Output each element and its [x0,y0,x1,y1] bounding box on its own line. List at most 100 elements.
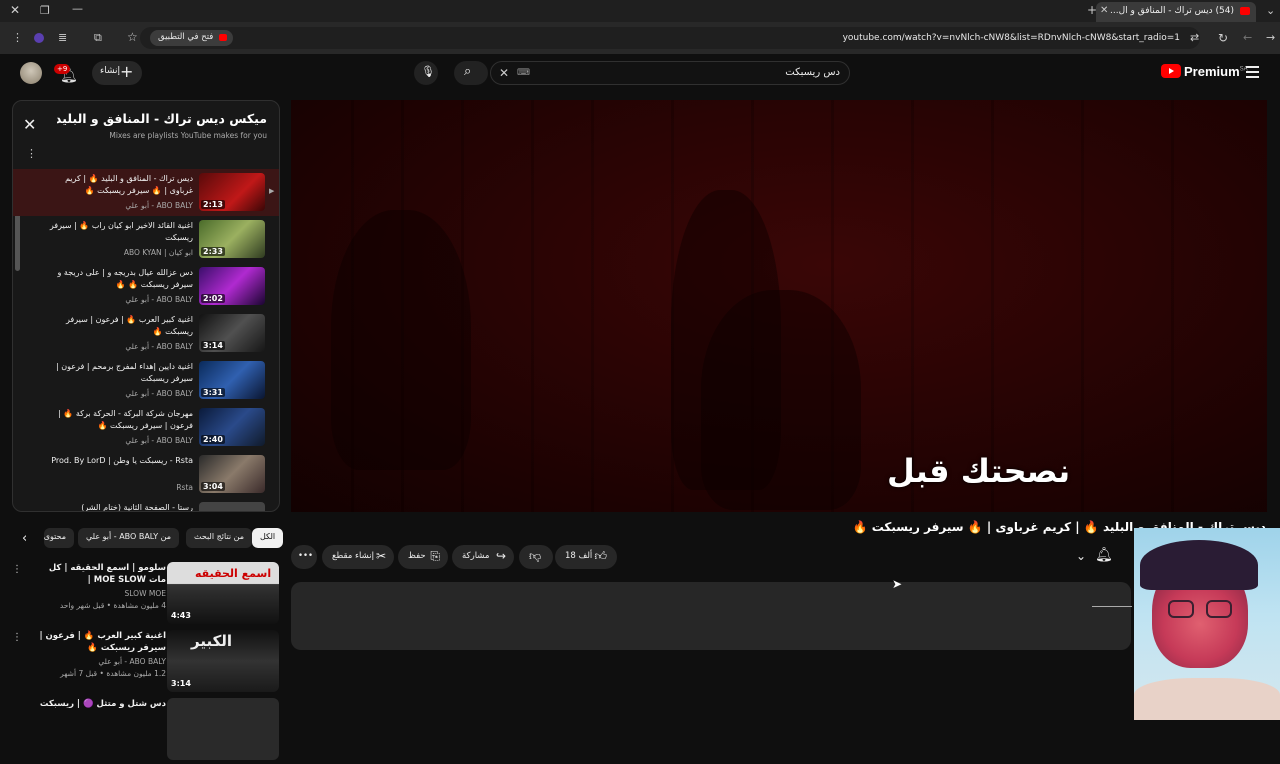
playlist-item[interactable]: رستا - الصفحة الثانية (ختام الشر) [13,498,279,512]
logo-text: Premium [1184,64,1240,79]
more-actions-button[interactable]: ••• [291,545,317,569]
open-in-app-label: فتح في التطبيق [158,32,214,42]
youtube-logo-icon [1161,64,1181,78]
webcam-overlay [1134,528,1280,720]
voice-search-button[interactable]: 🎙︎ [414,61,438,85]
thumbnail-text: الكبير [191,632,233,650]
menu-hamburger-icon[interactable] [1246,66,1259,78]
browser-tab-bar: ✕ ❐ — + (54) دیس تراك - المنافق و ال... … [0,0,1280,22]
video-thumbnail: 2:02 [199,267,265,305]
playlist-more-icon[interactable]: ⋮ [26,147,37,160]
playlist-item-channel: ABO BALY - أبو علي [125,295,193,304]
share-label: مشاركة [462,551,490,561]
close-window-icon[interactable]: ✕ [10,4,20,16]
playlist-item[interactable]: 2:40 مهرجان شركة البركة - الحركة بركة 🔥 … [13,404,279,451]
playlist-item[interactable]: 3:31 اغنية دايين إهداء لمفرج برمحم | فرع… [13,357,279,404]
recommendation-channel: ABO BALY - أبو علي [98,657,166,666]
chip-all[interactable]: الكل [252,528,284,548]
playlist-panel: ✕ ميكس ديس تراك - المنافق و البليد... Mi… [12,100,280,512]
playlist-item[interactable]: ▶ 2:13 دیس تراك - المنافق و البليد 🔥 | ك… [13,169,279,216]
dislike-button[interactable]: 👎︎ [519,545,553,569]
webcam-hat [1140,540,1258,590]
mouse-cursor-icon: ➤ [892,577,903,591]
description-box[interactable] [291,582,1131,650]
playlist-item-title: اغنية القائد الاخير ابو كيان راب 🔥 | سير… [49,221,193,242]
plus-icon: + [120,62,134,81]
video-thumbnail: 3:14 [199,314,265,352]
chips-scroll-left-icon[interactable]: ‹ [22,532,27,545]
playlist-item-channel: ABO BALY - أبو علي [125,436,193,445]
search-value: دس ريسبكت [785,67,840,78]
chip-related[interactable]: محتوى [44,528,74,548]
menu-dots-icon[interactable]: ⋮ [12,32,23,43]
scissors-icon: ✂ [375,549,386,563]
notification-badge: +9 [54,64,71,74]
recommendation-item[interactable]: دس شتل و متثل 🟣 | ريسبكت [0,698,284,764]
playlist-item[interactable]: 2:33 اغنية القائد الاخير ابو كيان راب 🔥 … [13,216,279,263]
clear-search-icon[interactable]: ✕ [499,66,509,80]
restore-icon[interactable]: ❐ [40,5,50,16]
recommendation-title: دس شتل و متثل 🟣 | ريسبكت [39,699,166,709]
playlist-item-channel: ABO BALY - أبو علي [125,201,193,210]
close-playlist-icon[interactable]: ✕ [23,115,36,134]
site-settings-icon[interactable]: ⇄ [1190,32,1199,43]
bookmark-star-icon[interactable]: ☆ [127,31,138,43]
video-thumbnail: 3:31 [199,361,265,399]
create-label: إنشاء [100,66,121,76]
create-button[interactable]: إنشاء + [92,61,142,85]
playlist-item-title: رستا - الصفحة الثانية (ختام الشر) [81,503,193,512]
youtube-icon [219,34,228,41]
recommendation-item[interactable]: ⋮ اسمع الحقيقه 4:43 سلومو | اسمع الحقيقه… [0,562,284,628]
playlist-item-channel: Rsta [176,483,193,492]
playlist-item[interactable]: 2:02 دس عزالله عيال بدريجه و | على دريجة… [13,263,279,310]
playlist-item-title: دیس تراك - المنافق و البليد 🔥 | كريم غرب… [65,174,193,195]
forward-icon[interactable]: ← [1243,32,1252,43]
now-playing-icon: ▶ [269,187,275,195]
chevron-down-icon[interactable]: ⌄ [1076,550,1086,562]
youtube-premium-logo[interactable]: PremiumSA [1161,64,1248,79]
chip-from-channel[interactable]: من ABO BALY - أبو علي [78,528,180,548]
youtube-favicon-icon [1240,7,1250,15]
video-thumbnail: الكبير 3:14 [167,630,279,692]
tab-list-icon[interactable]: ⌄ [1266,5,1275,16]
search-button[interactable]: ⌕ [454,61,488,85]
more-options-icon[interactable]: ⋮ [12,632,22,643]
recommendation-meta: 4 مليون مشاهدة • قبل شهر واحد [59,601,166,610]
playlist-item[interactable]: 3:04 Rsta - ريسبكت يا وطن | Prod. By Lor… [13,451,279,498]
avatar[interactable] [20,62,42,84]
video-caption: نصحتك قبل [887,452,1071,490]
video-thumbnail: 2:40 [199,408,265,446]
divider [1092,606,1132,607]
tab-close-icon[interactable]: ✕ [1100,5,1108,16]
playlist-item-title: مهرجان شركة البركة - الحركة بركة 🔥 | فرع… [58,409,193,430]
playlist-item-title: اغنية كبير العرب 🔥 | فرعون | سيرفر ريسبك… [66,315,193,336]
open-in-app-button[interactable]: فتح في التطبيق [150,30,234,46]
extensions-puzzle-icon[interactable]: ⧉ [94,32,102,43]
video-thumbnail: 2:33 [199,220,265,258]
subscribe-bell-icon[interactable]: 🔔︎ [1095,548,1113,562]
extension-icon[interactable] [34,33,44,43]
duration-label: 2:13 [201,200,225,209]
url-text[interactable]: youtube.com/watch?v=nvNlch-cNW8&list=RDn… [843,33,1180,43]
playlist-title[interactable]: ميكس ديس تراك - المنافق و البليد... [57,111,267,126]
save-label: حفظ [408,551,426,561]
save-button[interactable]: حفظ ⎘ [398,545,448,569]
video-player[interactable]: نصحتك قبل [291,100,1267,512]
playlist-subtitle: Mixes are playlists YouTube makes for yo… [109,131,267,140]
reload-icon[interactable]: ↻ [1218,32,1228,44]
keyboard-icon[interactable]: ⌨ [517,68,530,78]
playlist-item-channel: ABO BALY - أبو علي [125,389,193,398]
more-options-icon[interactable]: ⋮ [12,564,22,575]
recommendation-item[interactable]: ⋮ الكبير 3:14 اغنية كبير العرب 🔥 | فرعون… [0,630,284,696]
back-icon[interactable]: → [1266,32,1275,43]
chip-from-search[interactable]: من نتائج البحث [186,528,253,548]
like-button[interactable]: 18 ألف 👍︎ [555,545,617,569]
clip-button[interactable]: إنشاء مقطع ✂ [322,545,394,569]
duration-label: 3:14 [201,341,225,350]
playlist-item[interactable]: 3:14 اغنية كبير العرب 🔥 | فرعون | سيرفر … [13,310,279,357]
reading-list-icon[interactable]: ≣ [58,32,67,43]
thumbs-down-icon: 👎︎ [529,549,542,563]
browser-tab[interactable]: (54) دیس تراك - المنافق و ال... ✕ [1096,2,1256,22]
share-button[interactable]: مشاركة ↪ [452,545,514,569]
minimize-icon[interactable]: — [72,3,83,14]
